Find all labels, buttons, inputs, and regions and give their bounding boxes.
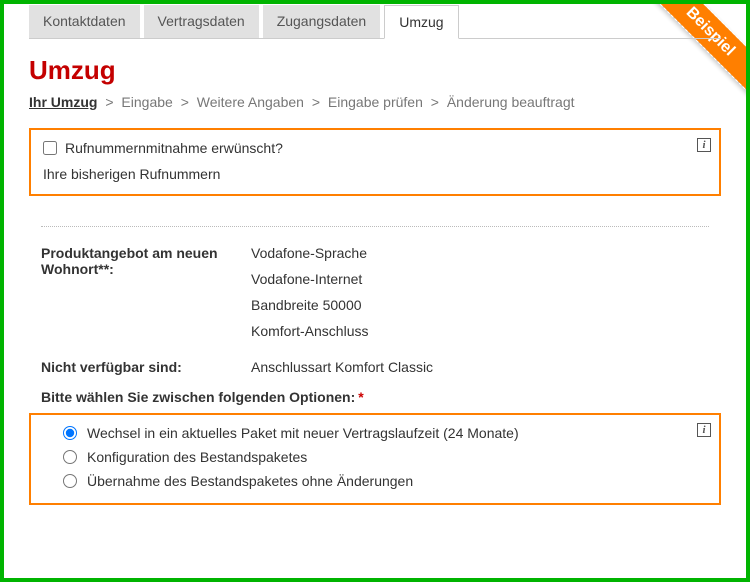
tab-umzug[interactable]: Umzug: [384, 5, 458, 39]
option-label: Konfiguration des Bestandspaketes: [87, 449, 307, 465]
option-row-2[interactable]: Konfiguration des Bestandspaketes: [63, 449, 707, 465]
page-title: Umzug: [29, 55, 721, 86]
required-asterisk: *: [355, 389, 363, 405]
breadcrumb-sep: >: [101, 94, 117, 110]
tab-vertragsdaten[interactable]: Vertragsdaten: [144, 5, 259, 38]
product-offer-value: Komfort-Anschluss: [251, 323, 368, 339]
options-heading: Bitte wählen Sie zwischen folgenden Opti…: [41, 389, 709, 405]
tab-zugangsdaten[interactable]: Zugangsdaten: [263, 5, 381, 38]
phone-portability-checkbox[interactable]: [43, 141, 57, 155]
tab-kontaktdaten[interactable]: Kontaktdaten: [29, 5, 140, 38]
not-available-value: Anschlussart Komfort Classic: [251, 359, 433, 375]
breadcrumb-step-4: Eingabe prüfen: [328, 94, 423, 110]
page-frame: Beispiel Kontaktdaten Vertragsdaten Zuga…: [0, 0, 750, 582]
breadcrumb-sep: >: [177, 94, 193, 110]
option-row-1[interactable]: Wechsel in ein aktuelles Paket mit neuer…: [63, 425, 707, 441]
product-offer-value: Bandbreite 50000: [251, 297, 368, 313]
option-radio-configure[interactable]: [63, 450, 77, 464]
breadcrumb-step-3: Weitere Angaben: [197, 94, 304, 110]
phone-portability-label: Rufnummernmitnahme erwünscht?: [65, 140, 283, 156]
breadcrumb-sep: >: [308, 94, 324, 110]
previous-numbers-label: Ihre bisherigen Rufnummern: [43, 166, 707, 182]
product-offer-label: Produktangebot am neuen Wohnort**:: [41, 245, 251, 349]
option-radio-new-package[interactable]: [63, 426, 77, 440]
breadcrumb-sep: >: [427, 94, 443, 110]
breadcrumb-step-2: Eingabe: [121, 94, 172, 110]
breadcrumb: Ihr Umzug > Eingabe > Weitere Angaben > …: [29, 94, 721, 110]
info-icon[interactable]: i: [697, 138, 711, 152]
option-label: Wechsel in ein aktuelles Paket mit neuer…: [87, 425, 519, 441]
phone-portability-box: i Rufnummernmitnahme erwünscht? Ihre bis…: [29, 128, 721, 196]
option-row-3[interactable]: Übernahme des Bestandspaketes ohne Änder…: [63, 473, 707, 489]
divider: [41, 226, 709, 227]
product-offer-value: Vodafone-Sprache: [251, 245, 368, 261]
options-box: i Wechsel in ein aktuelles Paket mit neu…: [29, 413, 721, 505]
option-radio-keep[interactable]: [63, 474, 77, 488]
breadcrumb-step-1[interactable]: Ihr Umzug: [29, 94, 97, 110]
phone-portability-checkbox-row[interactable]: Rufnummernmitnahme erwünscht?: [43, 140, 707, 156]
product-offer-value: Vodafone-Internet: [251, 271, 368, 287]
breadcrumb-step-5: Änderung beauftragt: [447, 94, 575, 110]
info-icon[interactable]: i: [697, 423, 711, 437]
tab-bar: Kontaktdaten Vertragsdaten Zugangsdaten …: [29, 5, 721, 39]
not-available-label: Nicht verfügbar sind:: [41, 359, 251, 375]
option-label: Übernahme des Bestandspaketes ohne Änder…: [87, 473, 413, 489]
